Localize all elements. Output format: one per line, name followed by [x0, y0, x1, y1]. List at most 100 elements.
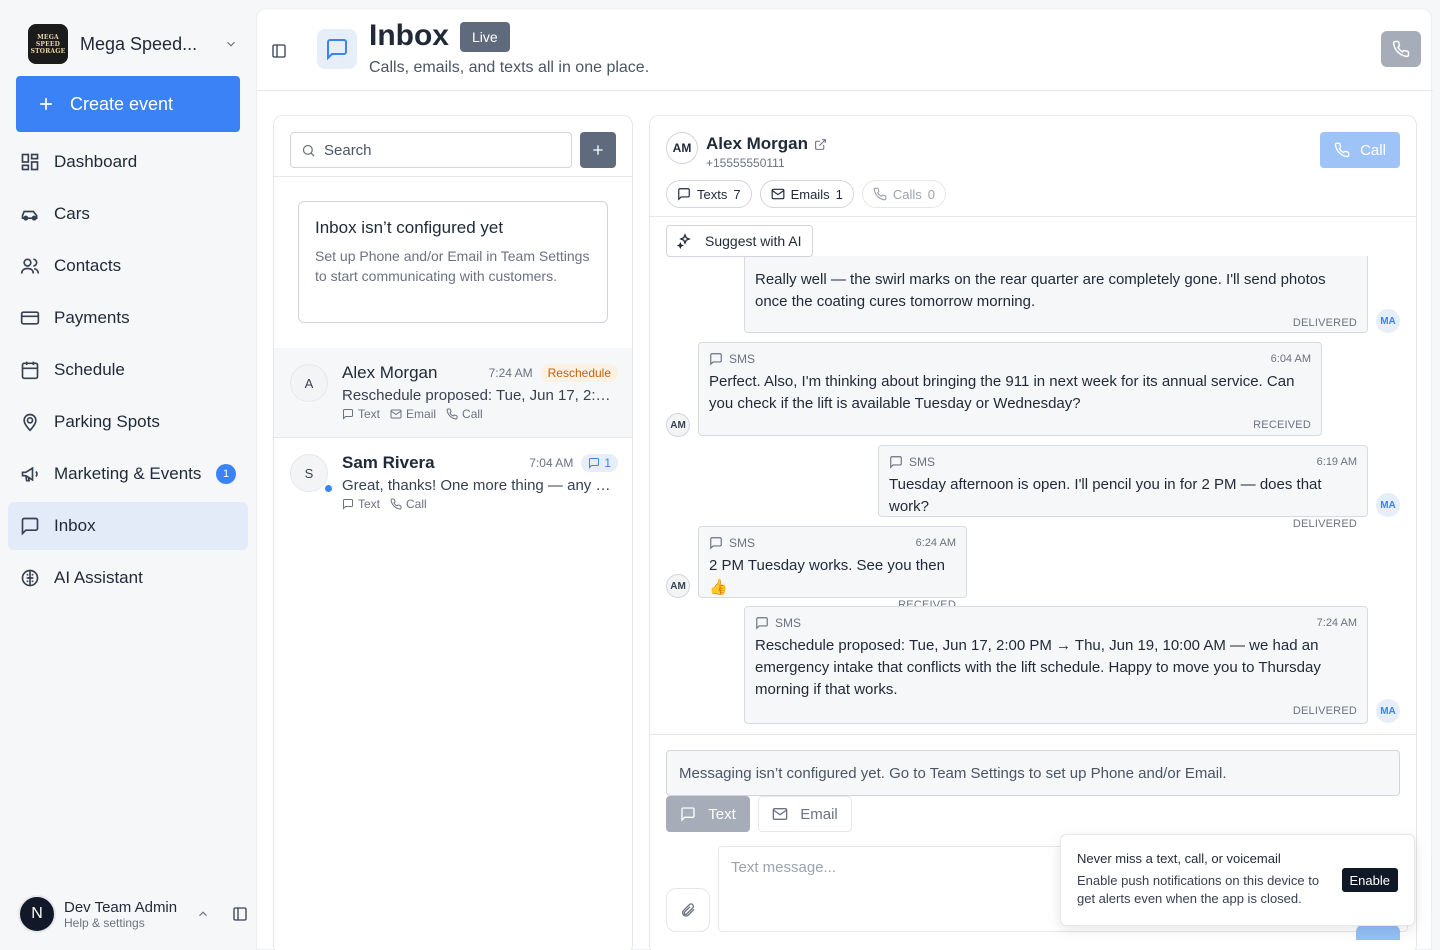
inbox-header-icon [317, 29, 357, 69]
channel-list: Text Call [342, 497, 618, 511]
conversation-preview: Reschedule proposed: Tue, Jun 17, 2:00 P… [342, 387, 618, 404]
conversation-header: Sam Rivera 7:04 AM 1 [342, 452, 618, 474]
attach-button[interactable] [666, 888, 710, 932]
email-mode-button[interactable]: Email [758, 796, 852, 832]
phone-icon [390, 498, 402, 510]
unread-dot [323, 483, 334, 494]
search-icon [301, 143, 316, 158]
page-header: Inbox Live Calls, emails, and texts all … [257, 9, 1433, 91]
user-subtitle: Help & settings [64, 915, 145, 930]
calendar-icon [20, 360, 40, 380]
contact-phone: +15555550111 [706, 156, 785, 170]
call-button[interactable]: Call [1320, 132, 1400, 168]
chip-label: Emails [790, 186, 830, 202]
sidebar-collapse-icon[interactable] [232, 906, 248, 922]
app-root: MEGA SPEED STORAGE Mega Speed... Create … [0, 0, 1440, 950]
sidebar-item-label: Dashboard [54, 152, 138, 171]
sidebar-item-dashboard[interactable]: Dashboard [8, 138, 248, 186]
text-mode-button[interactable]: Text [666, 796, 750, 832]
channel-label: Email [406, 407, 437, 421]
conversation-time: 7:24 AM [488, 366, 533, 380]
sidebar-toggle-icon[interactable] [271, 43, 287, 59]
channel-label: Call [462, 407, 483, 421]
sidebar-item-parking-spots[interactable]: Parking Spots [8, 398, 248, 446]
conversation-list: Inbox isn’t configured yet Set up Phone … [273, 115, 633, 950]
chip-count: 0 [927, 186, 935, 202]
conversation-item[interactable]: A Alex Morgan 7:24 AM Reschedule Resched… [274, 348, 632, 438]
user-menu[interactable]: N Dev Team Admin Help & settings [18, 892, 248, 936]
message-channel: SMS [729, 536, 756, 550]
texts-filter-chip[interactable]: Texts 7 [666, 180, 752, 208]
sparkles-icon [677, 233, 693, 249]
chevron-down-icon [224, 37, 238, 51]
send-button[interactable] [1356, 924, 1400, 940]
chip-label: Calls [892, 186, 922, 202]
message-square-icon [20, 516, 40, 536]
sidebar-item-cars[interactable]: Cars [8, 190, 248, 238]
channel-text: Text [342, 407, 380, 421]
plus-icon [36, 94, 56, 114]
users-icon [20, 256, 40, 276]
sidebar: MEGA SPEED STORAGE Mega Speed... Create … [0, 0, 256, 950]
message-status: RECEIVED [1253, 419, 1311, 431]
push-notification-toast: Never miss a text, call, or voicemail En… [1060, 834, 1415, 926]
brand-switcher[interactable]: MEGA SPEED STORAGE Mega Speed... [28, 24, 238, 64]
message-time: 6:19 AM [1316, 456, 1357, 468]
message-square-icon [677, 187, 691, 201]
page-title: Inbox [369, 19, 449, 52]
sidebar-item-ai-assistant[interactable]: AI Assistant [8, 554, 248, 602]
channel-email: Email [390, 407, 436, 421]
calls-filter-chip[interactable]: Calls 0 [861, 180, 946, 208]
conversation-body: Alex Morgan 7:24 AM Reschedule Reschedul… [342, 362, 618, 423]
page-subtitle: Calls, emails, and texts all in one plac… [369, 59, 650, 76]
message-time: 6:24 AM [915, 537, 956, 549]
conversation-item[interactable]: S Sam Rivera 7:04 AM 1 Great, thanks! On… [274, 438, 632, 528]
brand-name: Mega Speed... [80, 33, 198, 54]
sidebar-item-inbox[interactable]: Inbox [8, 502, 248, 550]
new-conversation-button[interactable] [580, 132, 616, 168]
mail-icon [771, 187, 785, 201]
email-mode-label: Email [800, 805, 838, 823]
phone-button[interactable] [1381, 31, 1421, 67]
sidebar-item-payments[interactable]: Payments [8, 294, 248, 342]
sidebar-item-contacts[interactable]: Contacts [8, 242, 248, 290]
message-square-icon [709, 352, 723, 366]
avatar: N [18, 895, 56, 933]
channel-call: Call [390, 497, 427, 511]
mail-icon [772, 806, 788, 822]
suggest-with-ai-button[interactable]: Suggest with AI [666, 225, 813, 257]
unread-count-badge: 1 [581, 454, 618, 472]
dashboard-icon [20, 152, 40, 172]
emails-filter-chip[interactable]: Emails 1 [759, 180, 854, 208]
agent-avatar: MA [1376, 493, 1400, 517]
create-event-button[interactable]: Create event [16, 76, 240, 132]
message-text: Really well — the swirl marks on the rea… [755, 271, 1326, 310]
message-header: SMS 6:04 AM [709, 351, 1311, 367]
message-channel: SMS [909, 455, 936, 469]
phone-icon [873, 187, 887, 201]
sidebar-item-schedule[interactable]: Schedule [8, 346, 248, 394]
message-header: SMS 6:19 AM [889, 454, 1357, 470]
message-text: Tuesday afternoon is open. I'll pencil y… [889, 476, 1322, 515]
channel-list: Text Email Call [342, 407, 618, 421]
message-header: SMS 7:24 AM [755, 615, 1357, 631]
chevron-up-icon [196, 907, 210, 921]
contact-name-link[interactable]: Alex Morgan [706, 134, 827, 154]
brand-logo: MEGA SPEED STORAGE [28, 24, 68, 64]
sidebar-item-marketing[interactable]: Marketing & Events 1 [8, 450, 248, 498]
message-header: SMS 6:24 AM [709, 535, 956, 551]
call-label: Call [1360, 141, 1386, 159]
chip-count: 7 [733, 186, 741, 202]
enable-notifications-button[interactable]: Enable [1341, 868, 1398, 892]
message-status: DELIVERED [1292, 705, 1357, 717]
credit-card-icon [20, 308, 40, 328]
message-bubble-outgoing: SMS 7:24 AM Reschedule proposed: Tue, Ju… [744, 606, 1368, 724]
search-input[interactable] [324, 141, 544, 159]
message-square-icon [342, 408, 354, 420]
user-text: Dev Team Admin Help & settings [64, 899, 188, 930]
message-square-icon [889, 455, 903, 469]
message-channel: SMS [729, 352, 756, 366]
channel-filter-chips: Texts 7 Emails 1 Calls 0 [666, 180, 946, 208]
agent-avatar: MA [1376, 699, 1400, 723]
message-bubble-outgoing: SMS 6:19 AM Tuesday afternoon is open. I… [878, 445, 1368, 530]
